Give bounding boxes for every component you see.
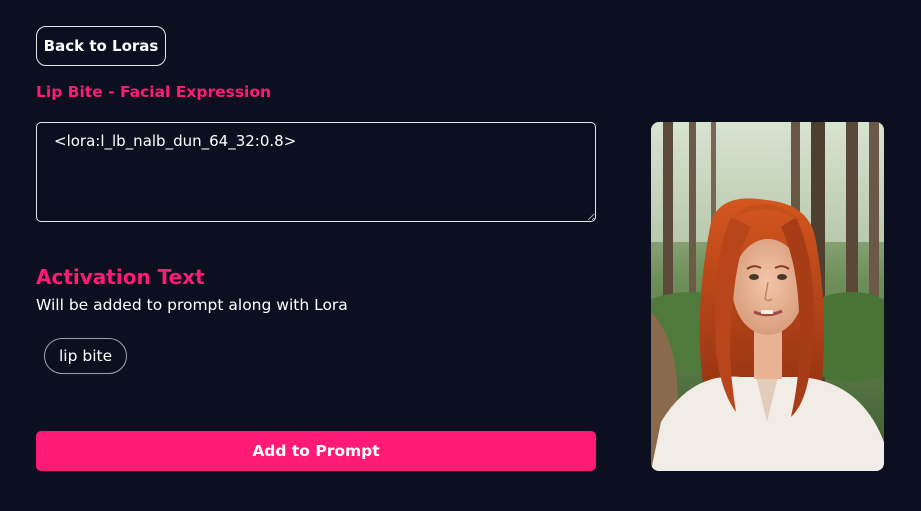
lora-tag-textarea[interactable]: [36, 122, 596, 222]
back-to-loras-button[interactable]: Back to Loras: [36, 26, 166, 66]
activation-chip[interactable]: lip bite: [44, 338, 128, 374]
preview-illustration: [651, 122, 884, 471]
lora-title: Lip Bite - Facial Expression: [36, 83, 272, 101]
activation-text-description: Will be added to prompt along with Lora: [36, 296, 348, 314]
lora-preview-image: [651, 122, 884, 471]
add-to-prompt-button[interactable]: Add to Prompt: [36, 431, 596, 471]
lora-detail-page: Back to Loras Lip Bite - Facial Expressi…: [0, 0, 921, 511]
activation-text-heading: Activation Text: [36, 265, 205, 289]
